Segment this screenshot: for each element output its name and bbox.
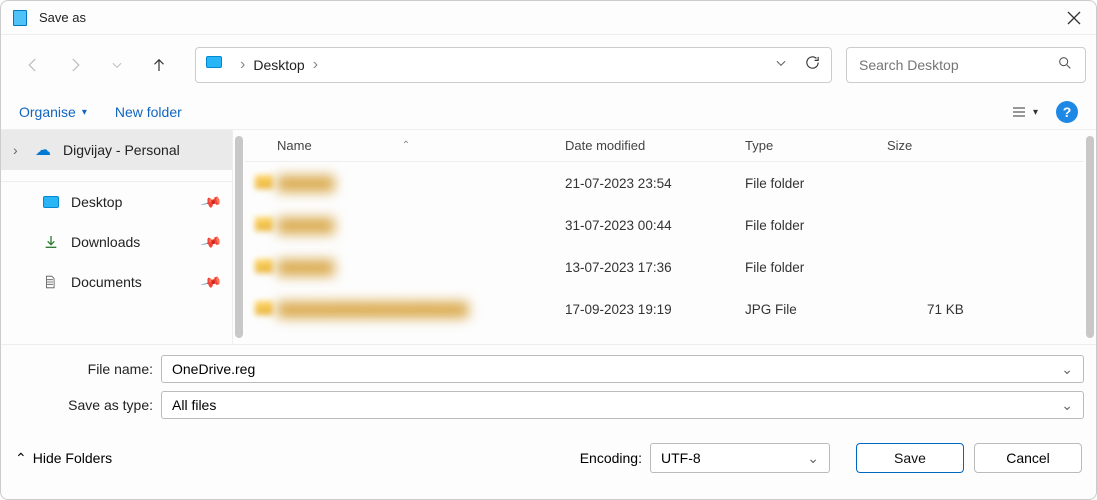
column-date[interactable]: Date modified: [565, 138, 745, 153]
sidebar-item-downloads[interactable]: Downloads 📌: [1, 222, 232, 262]
encoding-label: Encoding:: [580, 450, 642, 466]
hide-folders-label: Hide Folders: [33, 450, 112, 466]
back-button[interactable]: [15, 47, 51, 83]
savetype-label: Save as type:: [13, 397, 161, 413]
encoding-select[interactable]: UTF-8 ⌄: [650, 443, 830, 473]
encoding-value: UTF-8: [661, 450, 701, 466]
caret-down-icon: ▾: [82, 107, 87, 118]
desktop-icon: [206, 56, 224, 74]
file-icon: [245, 175, 277, 192]
chevron-down-icon: ⌄: [807, 450, 819, 467]
chevron-right-icon: ›: [313, 56, 318, 74]
desktop-icon: [43, 193, 61, 211]
file-icon: [245, 259, 277, 276]
new-folder-button[interactable]: New folder: [115, 104, 182, 120]
table-row[interactable]: ██████ 13-07-2023 17:36 File folder: [245, 246, 1084, 288]
sidebar-item-label: Digvijay - Personal: [63, 142, 180, 158]
pin-icon: 📌: [199, 230, 223, 253]
savetype-select[interactable]: All files ⌄: [161, 391, 1084, 419]
download-icon: [43, 233, 61, 251]
sort-up-icon: ⌃: [402, 140, 410, 151]
search-input[interactable]: [859, 57, 1057, 73]
organise-label: Organise: [19, 104, 76, 120]
file-date: 17-09-2023 19:19: [565, 302, 745, 317]
up-button[interactable]: [141, 47, 177, 83]
window-title: Save as: [39, 10, 1064, 25]
titlebar: Save as: [1, 1, 1096, 35]
sidebar-item-label: Documents: [71, 274, 142, 290]
filename-input[interactable]: OneDrive.reg ⌄: [161, 355, 1084, 383]
sidebar: › ☁ Digvijay - Personal Desktop 📌 Downlo…: [1, 130, 233, 344]
navbar: › Desktop ›: [1, 35, 1096, 95]
organise-menu[interactable]: Organise ▾: [19, 104, 87, 120]
file-size: 71 KB: [887, 302, 1084, 317]
address-bar[interactable]: › Desktop ›: [195, 47, 832, 83]
list-icon: [1011, 104, 1027, 120]
save-button[interactable]: Save: [856, 443, 964, 473]
close-button[interactable]: [1064, 8, 1084, 28]
chevron-down-icon[interactable]: ⌄: [1061, 361, 1073, 378]
file-type: File folder: [745, 260, 887, 275]
forward-button[interactable]: [57, 47, 93, 83]
table-row[interactable]: ██████ 31-07-2023 00:44 File folder: [245, 204, 1084, 246]
table-row[interactable]: ████████████████████ 17-09-2023 19:19 JP…: [245, 288, 1084, 330]
caret-down-icon: ▾: [1033, 107, 1038, 118]
search-icon[interactable]: [1057, 55, 1073, 76]
pin-icon: 📌: [199, 270, 223, 293]
chevron-right-icon: ›: [13, 142, 27, 158]
footer: ⌃ Hide Folders Encoding: UTF-8 ⌄ Save Ca…: [1, 427, 1096, 485]
column-headers: Name ⌃ Date modified Type Size: [245, 130, 1084, 162]
scrollbar[interactable]: [1086, 136, 1094, 338]
sidebar-item-personal[interactable]: › ☁ Digvijay - Personal: [1, 130, 232, 170]
file-icon: [245, 301, 277, 318]
filename-label: File name:: [13, 361, 161, 377]
chevron-down-icon[interactable]: [774, 56, 788, 75]
document-icon: [43, 273, 61, 291]
sidebar-item-documents[interactable]: Documents 📌: [1, 262, 232, 302]
file-date: 21-07-2023 23:54: [565, 176, 745, 191]
chevron-right-icon: ›: [240, 56, 245, 74]
file-list: Name ⌃ Date modified Type Size ██████ 21…: [233, 130, 1096, 344]
file-date: 13-07-2023 17:36: [565, 260, 745, 275]
sidebar-item-label: Desktop: [71, 194, 122, 210]
refresh-button[interactable]: [804, 54, 821, 76]
sidebar-item-desktop[interactable]: Desktop 📌: [1, 182, 232, 222]
help-button[interactable]: ?: [1056, 101, 1078, 123]
file-date: 31-07-2023 00:44: [565, 218, 745, 233]
file-type: File folder: [745, 176, 887, 191]
file-name: ██████: [277, 218, 565, 233]
cancel-button[interactable]: Cancel: [974, 443, 1082, 473]
recent-button[interactable]: [99, 47, 135, 83]
column-name[interactable]: Name ⌃: [245, 138, 565, 153]
filename-value: OneDrive.reg: [172, 361, 255, 377]
pin-icon: 📌: [199, 190, 223, 213]
notepad-icon: [13, 10, 29, 26]
file-type: File folder: [745, 218, 887, 233]
savetype-value: All files: [172, 397, 216, 413]
view-menu[interactable]: ▾: [1011, 104, 1038, 120]
file-icon: [245, 217, 277, 234]
toolbar: Organise ▾ New folder ▾ ?: [1, 95, 1096, 130]
save-form: File name: OneDrive.reg ⌄ Save as type: …: [1, 344, 1096, 419]
hide-folders-button[interactable]: ⌃ Hide Folders: [15, 450, 112, 467]
file-name: ██████: [277, 176, 565, 191]
chevron-up-icon: ⌃: [15, 450, 27, 467]
divider: [1, 170, 232, 182]
sidebar-item-label: Downloads: [71, 234, 140, 250]
file-name: ██████: [277, 260, 565, 275]
file-type: JPG File: [745, 302, 887, 317]
column-type[interactable]: Type: [745, 138, 887, 153]
scrollbar[interactable]: [235, 136, 243, 338]
search-box[interactable]: [846, 47, 1086, 83]
column-size[interactable]: Size: [887, 138, 1084, 153]
main-area: › ☁ Digvijay - Personal Desktop 📌 Downlo…: [1, 130, 1096, 344]
onedrive-icon: ☁: [35, 141, 53, 159]
table-row[interactable]: ██████ 21-07-2023 23:54 File folder: [245, 162, 1084, 204]
file-name: ████████████████████: [277, 302, 565, 317]
address-location: Desktop: [253, 57, 304, 73]
chevron-down-icon[interactable]: ⌄: [1061, 397, 1073, 414]
